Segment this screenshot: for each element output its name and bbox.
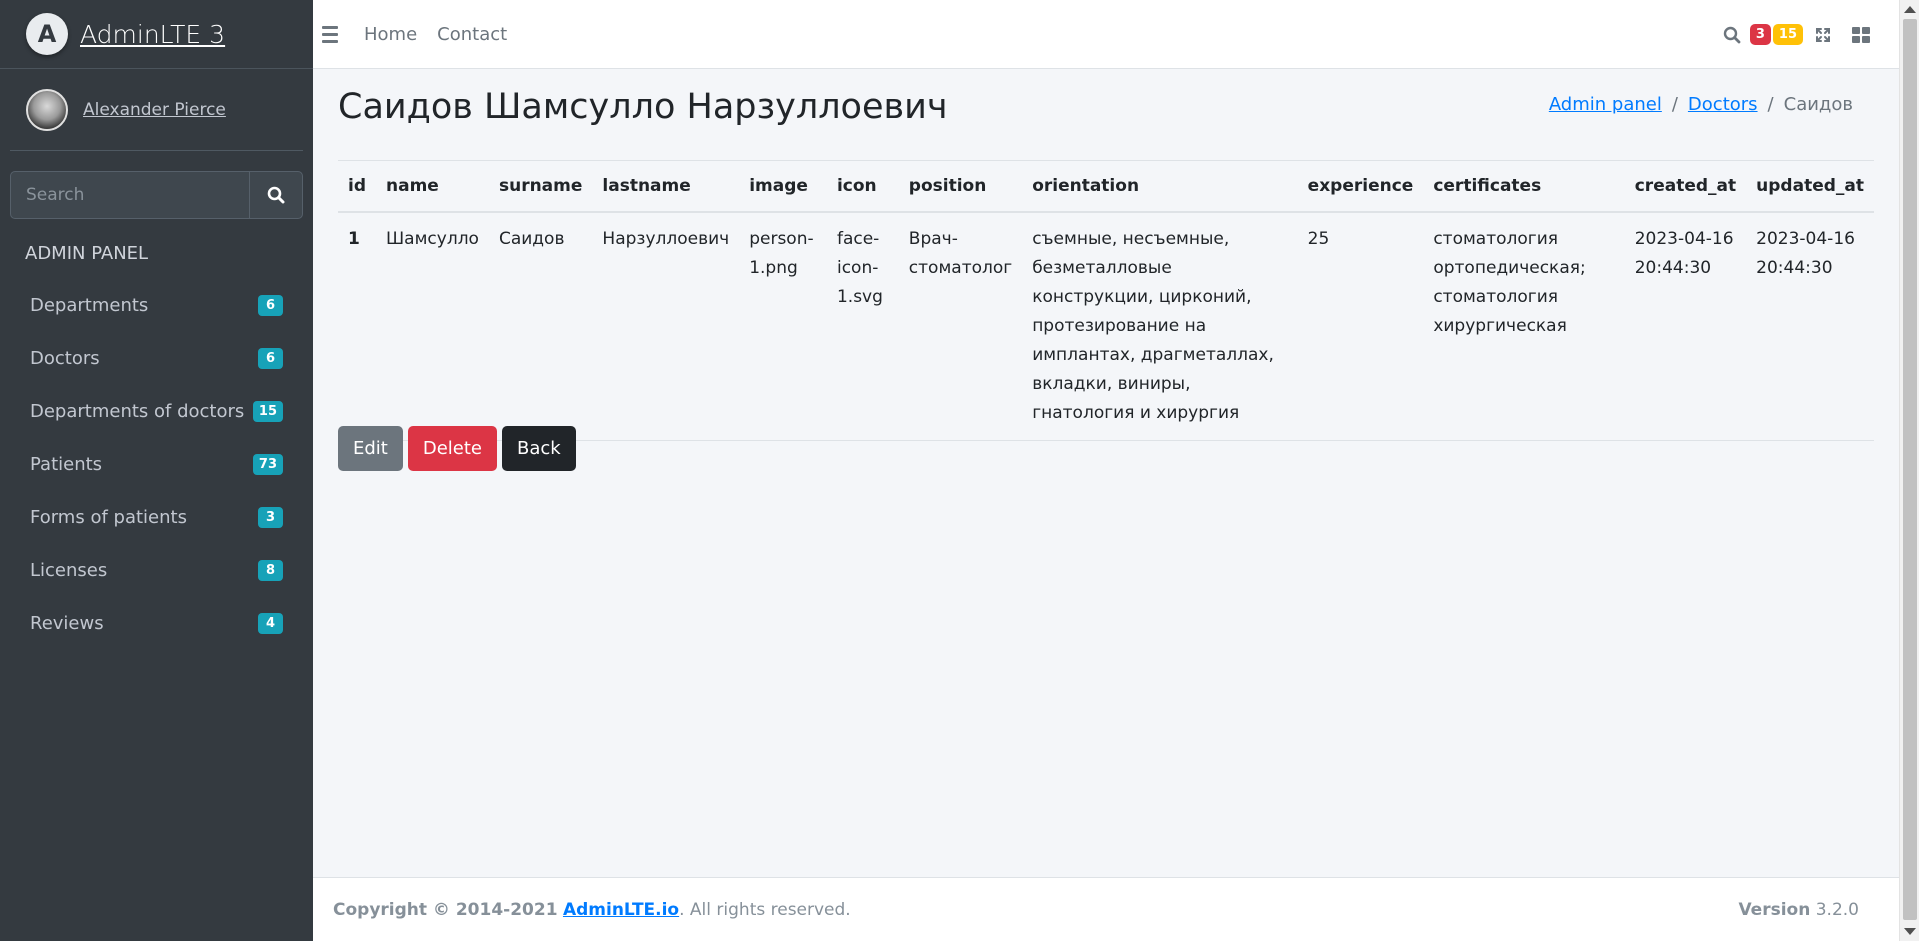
- column-header: icon: [826, 160, 899, 213]
- cell-created-at: 2023-04-16 20:44:30: [1624, 212, 1747, 441]
- sidebar-item-badge: 73: [252, 454, 283, 475]
- sidebar-item-label: Forms of patients: [30, 507, 187, 528]
- cell-surname: Саидов: [488, 212, 593, 441]
- brand-title[interactable]: AdminLTE 3: [80, 20, 225, 49]
- sidebar-item-badge: 4: [258, 613, 283, 634]
- sidebar-search-button[interactable]: [249, 171, 303, 219]
- edit-button[interactable]: Edit: [338, 426, 403, 471]
- page-scrollbar[interactable]: [1899, 0, 1919, 941]
- record-actions: Edit Delete Back: [338, 426, 576, 471]
- sidebar-item-doctors[interactable]: Doctors 6: [0, 332, 313, 385]
- sidebar-item-reviews[interactable]: Reviews 4: [0, 597, 313, 650]
- sidebar-item-badge: 6: [258, 348, 283, 369]
- sidebar-item-badge: 3: [258, 507, 283, 528]
- user-name-link[interactable]: Alexander Pierce: [83, 100, 226, 120]
- avatar: [26, 88, 68, 131]
- column-header: updated_at: [1746, 160, 1874, 213]
- sidebar-item-departments[interactable]: Departments 6: [0, 279, 313, 332]
- sidebar-item-departments-of-doctors[interactable]: Departments of doctors 15: [0, 385, 313, 438]
- sidebar-item-patients[interactable]: Patients 73: [0, 438, 313, 491]
- main-sidebar: A AdminLTE 3 Alexander Pierce ADMIN PANE…: [0, 0, 313, 941]
- search-icon: [1723, 26, 1741, 43]
- page-title: Саидов Шамсулло Нарзуллоевич: [338, 87, 948, 127]
- table-row: 1 Шамсулло Саидов Нарзуллоевич person-1.…: [338, 212, 1874, 441]
- cell-position: Врач-стоматолог: [898, 212, 1023, 441]
- cell-experience: 25: [1297, 212, 1424, 441]
- version-number: 3.2.0: [1815, 899, 1859, 920]
- navbar-search-button[interactable]: [1714, 17, 1750, 53]
- breadcrumb-admin-panel[interactable]: Admin panel: [1549, 94, 1662, 115]
- cell-updated-at: 2023-04-16 20:44:30: [1746, 212, 1874, 441]
- sidebar-search-input[interactable]: [10, 171, 249, 219]
- column-header: id: [338, 160, 376, 213]
- column-header: experience: [1297, 160, 1424, 213]
- footer-link[interactable]: AdminLTE.io: [563, 900, 679, 920]
- column-header: position: [898, 160, 1023, 213]
- header-right-controls: 3 15: [1712, 0, 1879, 69]
- back-button[interactable]: Back: [502, 426, 576, 471]
- control-sidebar-button[interactable]: [1843, 17, 1879, 53]
- nav-link-home[interactable]: Home: [364, 24, 417, 45]
- breadcrumb-current: Саидов: [1783, 94, 1853, 115]
- cell-certificates: стоматология ортопедическая; стоматологи…: [1423, 212, 1625, 441]
- expand-icon: [1816, 27, 1830, 42]
- cell-image: person-1.png: [739, 212, 827, 441]
- footer-copyright: Copyright © 2014-2021 AdminLTE.io. All r…: [333, 900, 851, 920]
- rights-text: . All rights reserved.: [679, 899, 851, 920]
- scroll-down-arrow-icon[interactable]: [1904, 928, 1916, 935]
- cell-orientation: съемные, несъемные, безметалловые констр…: [1022, 212, 1298, 441]
- sidebar-item-label: Licenses: [30, 560, 108, 581]
- sidebar-nav: Departments 6 Doctors 6 Departments of doc…: [0, 279, 313, 650]
- copyright-text: Copyright © 2014-2021: [333, 899, 558, 920]
- column-header: surname: [488, 160, 593, 213]
- cell-lastname: Нарзуллоевич: [592, 212, 740, 441]
- sidebar-item-label: Departments of doctors: [30, 401, 245, 422]
- sidebar-item-label: Reviews: [30, 613, 104, 634]
- breadcrumb: Admin panel / Doctors / Саидов: [1549, 94, 1853, 115]
- column-header: image: [739, 160, 827, 213]
- scroll-up-arrow-icon[interactable]: [1904, 6, 1916, 13]
- breadcrumb-separator: /: [1671, 94, 1678, 115]
- cell-id: 1: [338, 212, 376, 441]
- brand-logo-icon: A: [26, 13, 68, 55]
- breadcrumb-doctors[interactable]: Doctors: [1688, 94, 1758, 115]
- doctor-details-table: id name surname lastname image icon posi…: [338, 160, 1874, 441]
- nav-link-contact[interactable]: Contact: [437, 24, 507, 45]
- messages-badge[interactable]: 3: [1749, 24, 1771, 45]
- main-header: Home Contact 3 15: [313, 0, 1899, 69]
- sidebar-item-label: Patients: [30, 454, 103, 475]
- breadcrumb-separator: /: [1767, 94, 1774, 115]
- sidebar-item-label: Departments: [30, 295, 149, 316]
- column-header: certificates: [1423, 160, 1625, 213]
- sidebar-item-label: Doctors: [30, 348, 100, 369]
- column-header: orientation: [1022, 160, 1298, 213]
- menu-toggle-icon[interactable]: [322, 25, 344, 43]
- main-footer: Copyright © 2014-2021 AdminLTE.io. All r…: [313, 877, 1899, 941]
- column-header: created_at: [1624, 160, 1747, 213]
- grid-icon: [1852, 26, 1870, 43]
- sidebar-search: [10, 171, 303, 219]
- version-label: Version: [1738, 899, 1811, 920]
- content-wrapper: Саидов Шамсулло Нарзуллоевич Admin panel…: [313, 69, 1899, 877]
- search-icon: [267, 186, 285, 204]
- sidebar-item-badge: 15: [252, 401, 283, 422]
- notifications-badge[interactable]: 15: [1772, 24, 1803, 45]
- footer-version: Version 3.2.0: [1738, 900, 1859, 920]
- sidebar-item-badge: 6: [258, 295, 283, 316]
- sidebar-item-forms-of-patients[interactable]: Forms of patients 3: [0, 491, 313, 544]
- scrollbar-thumb[interactable]: [1903, 19, 1917, 920]
- cell-icon: face-icon-1.svg: [826, 212, 899, 441]
- nav-header: ADMIN PANEL: [25, 243, 149, 264]
- brand-link[interactable]: A AdminLTE 3: [0, 0, 313, 69]
- column-header: name: [376, 160, 489, 213]
- cell-name: Шамсулло: [376, 212, 489, 441]
- table-header-row: id name surname lastname image icon posi…: [338, 160, 1874, 213]
- fullscreen-button[interactable]: [1805, 17, 1841, 53]
- sidebar-item-licenses[interactable]: Licenses 8: [0, 544, 313, 597]
- sidebar-item-badge: 8: [258, 560, 283, 581]
- user-panel: Alexander Pierce: [10, 69, 303, 151]
- column-header: lastname: [592, 160, 740, 213]
- delete-button[interactable]: Delete: [407, 426, 498, 471]
